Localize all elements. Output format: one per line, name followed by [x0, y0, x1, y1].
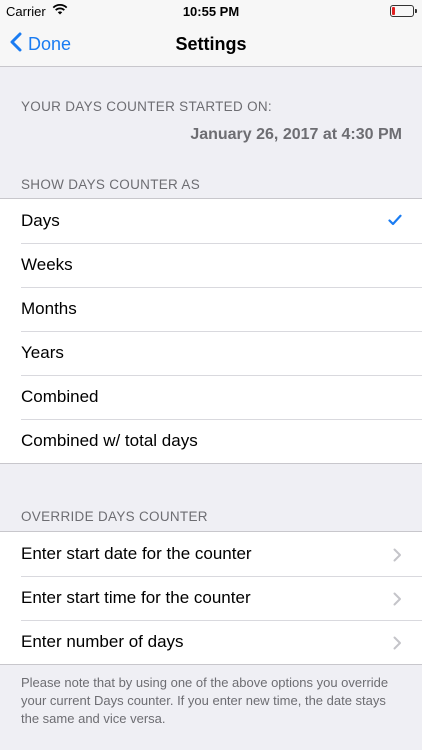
chevron-right-icon	[393, 591, 402, 611]
option-label: Weeks	[21, 255, 73, 274]
navigation-bar: Done Settings	[0, 22, 422, 67]
override-section-header: OVERRIDE DAYS COUNTER	[21, 509, 208, 524]
row-label: Enter number of days	[21, 632, 184, 651]
override-list: Enter start date for the counter Enter s…	[0, 531, 422, 665]
option-label: Combined w/ total days	[21, 431, 198, 450]
show-as-section-header: SHOW DAYS COUNTER AS	[21, 177, 201, 192]
override-footnote: Please note that by using one of the abo…	[21, 675, 389, 726]
status-bar: Carrier 10:55 PM	[0, 0, 422, 22]
option-combined-total[interactable]: Combined w/ total days	[0, 419, 422, 463]
option-label: Months	[21, 299, 77, 318]
battery-level	[392, 7, 395, 15]
row-label: Enter start time for the counter	[21, 588, 251, 607]
option-label: Days	[21, 211, 60, 230]
started-section-header: YOUR DAYS COUNTER STARTED ON:	[21, 99, 272, 114]
chevron-right-icon	[393, 635, 402, 655]
show-as-list: Days Weeks Months Years Combined Combine…	[0, 198, 422, 464]
enter-number-of-days-row[interactable]: Enter number of days	[0, 620, 422, 664]
option-weeks[interactable]: Weeks	[0, 243, 422, 287]
enter-start-date-row[interactable]: Enter start date for the counter	[0, 532, 422, 576]
option-months[interactable]: Months	[0, 287, 422, 331]
status-time: 10:55 PM	[182, 4, 240, 19]
start-date-value: January 26, 2017 at 4:30 PM	[190, 126, 402, 143]
option-label: Years	[21, 343, 64, 362]
page-title: Settings	[175, 34, 247, 54]
checkmark-icon	[388, 211, 402, 231]
option-days[interactable]: Days	[0, 199, 422, 243]
enter-start-time-row[interactable]: Enter start time for the counter	[0, 576, 422, 620]
option-label: Combined	[21, 387, 99, 406]
option-combined[interactable]: Combined	[0, 375, 422, 419]
chevron-right-icon	[393, 547, 402, 567]
battery-icon	[390, 5, 417, 17]
option-years[interactable]: Years	[0, 331, 422, 375]
row-label: Enter start date for the counter	[21, 544, 252, 563]
